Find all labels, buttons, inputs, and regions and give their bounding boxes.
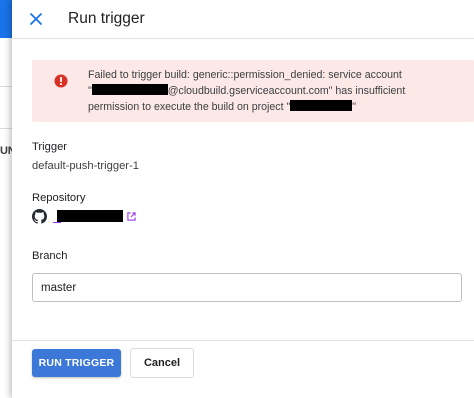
error-line-1: Failed to trigger build: generic::permis… xyxy=(88,69,402,81)
repository-label: Repository xyxy=(32,192,86,204)
github-icon xyxy=(32,208,47,224)
error-icon xyxy=(54,74,68,88)
background-divider xyxy=(0,86,12,87)
error-line-2-text: @cloudbuild.gserviceaccount.com" has ins… xyxy=(167,85,406,97)
background-page: UN xyxy=(0,0,16,398)
close-button[interactable] xyxy=(24,7,48,31)
background-divider xyxy=(0,128,12,129)
repository-link[interactable] xyxy=(53,209,125,223)
error-quote: " xyxy=(352,101,356,113)
link-underline xyxy=(53,222,61,223)
close-icon xyxy=(29,12,43,26)
trigger-value: default-push-trigger-1 xyxy=(32,160,139,172)
error-line-3-text: permission to execute the build on proje… xyxy=(88,101,291,113)
branch-input[interactable] xyxy=(32,273,462,302)
background-header-strip xyxy=(0,0,12,38)
run-trigger-button[interactable]: RUN TRIGGER xyxy=(32,349,121,377)
redacted-text xyxy=(57,210,123,222)
panel-title: Run trigger xyxy=(68,10,145,27)
run-trigger-panel: Run trigger Failed to trigger build: gen… xyxy=(12,0,474,398)
cancel-button[interactable]: Cancel xyxy=(130,348,194,378)
footer-divider xyxy=(12,340,474,341)
repository-value xyxy=(32,208,136,224)
branch-label: Branch xyxy=(32,250,68,262)
redacted-text xyxy=(91,84,168,95)
trigger-label: Trigger xyxy=(32,141,68,153)
external-link-icon[interactable] xyxy=(127,211,136,221)
redacted-text xyxy=(290,100,353,111)
error-message: Failed to trigger build: generic::permis… xyxy=(88,67,468,115)
panel-header: Run trigger xyxy=(12,0,474,39)
error-banner: Failed to trigger build: generic::permis… xyxy=(32,60,474,122)
error-line-3: permission to execute the build on proje… xyxy=(88,99,468,115)
error-line-2: " @cloudbuild.gserviceaccount.com" has in… xyxy=(88,83,468,99)
